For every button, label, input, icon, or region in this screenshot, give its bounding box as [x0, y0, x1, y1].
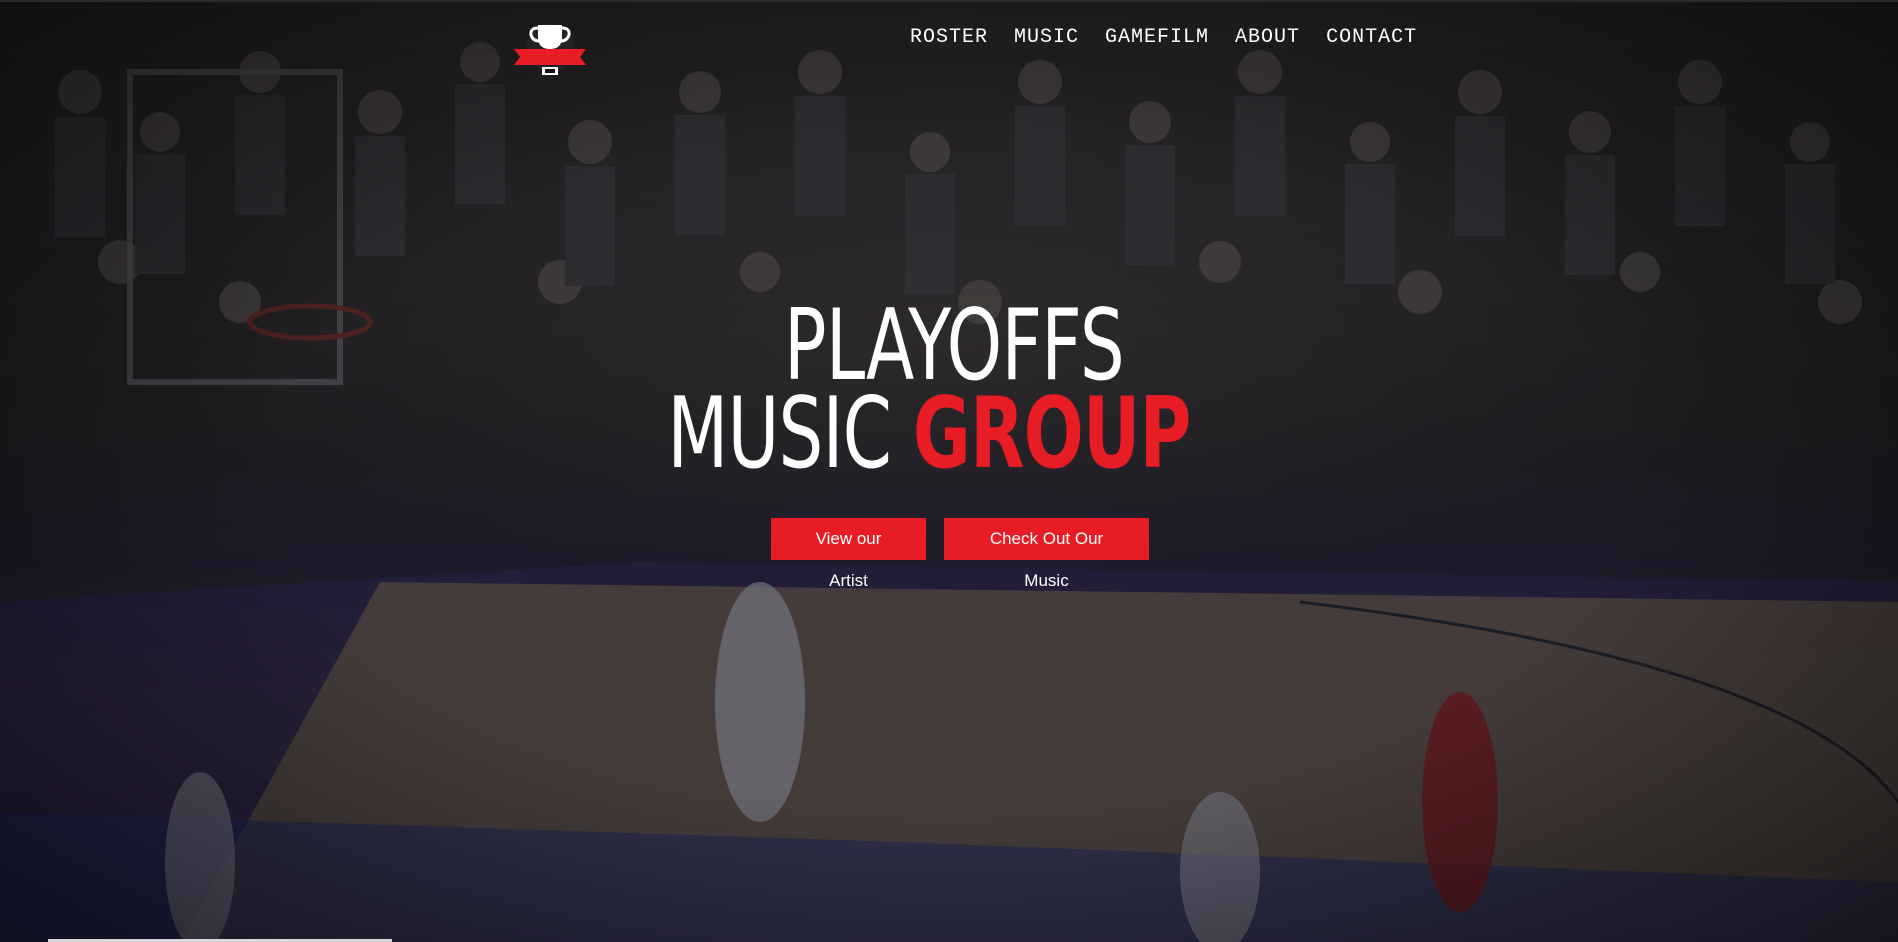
hero-title-group: GROUP [912, 377, 1191, 491]
view-artist-button[interactable]: View our Artist [771, 518, 926, 590]
check-music-button[interactable]: Check Out Our Music [944, 518, 1149, 590]
nav-gamefilm[interactable]: GAMEFILM [1105, 26, 1209, 49]
nav-about[interactable]: ABOUT [1235, 26, 1300, 49]
hero-buttons: View our Artist Check Out Our Music [771, 518, 1149, 590]
trophy-icon[interactable] [512, 17, 588, 79]
nav-contact[interactable]: CONTACT [1326, 26, 1417, 49]
hero-title: PLAYOFFS MUSIC GROUP [0, 297, 1898, 483]
nav-roster[interactable]: ROSTER [910, 26, 988, 49]
hero-title-line2: MUSIC GROUP [231, 385, 1626, 483]
hero-title-music: MUSIC [667, 377, 913, 491]
page: ROSTER MUSIC GAMEFILM ABOUT CONTACT PLAY… [0, 0, 1898, 942]
nav-music[interactable]: MUSIC [1014, 26, 1079, 49]
main-nav: ROSTER MUSIC GAMEFILM ABOUT CONTACT [910, 26, 1417, 49]
